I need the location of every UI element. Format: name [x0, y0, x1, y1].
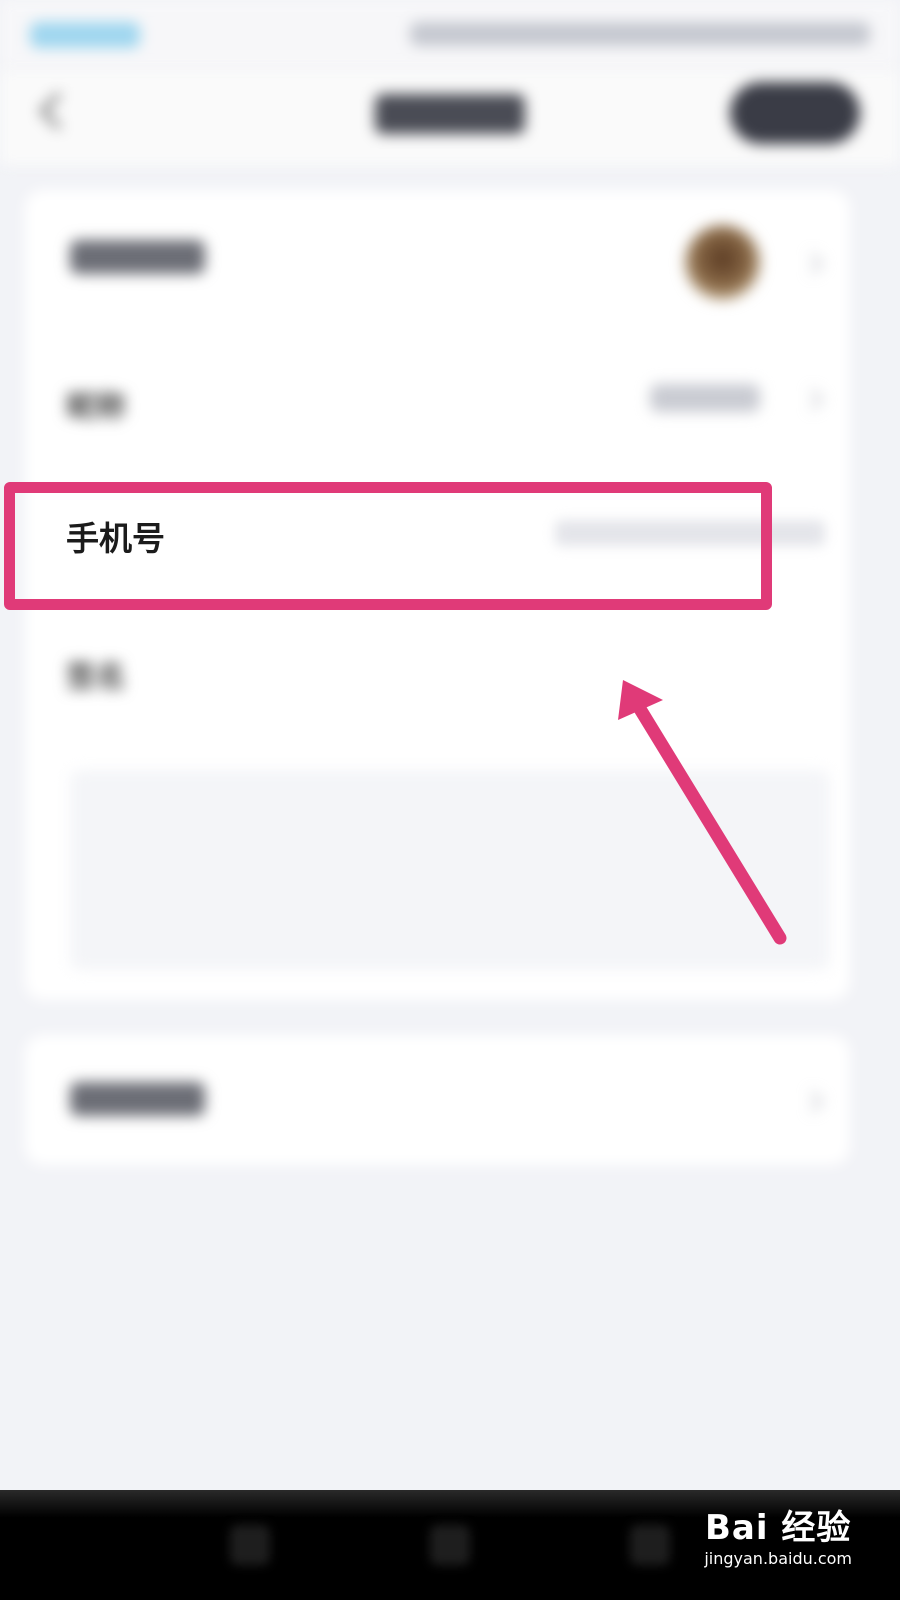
nav-button[interactable]	[630, 1525, 670, 1565]
save-button[interactable]	[730, 82, 860, 144]
watermark-url: jingyan.baidu.com	[704, 1549, 852, 1568]
settings-row-label	[70, 1082, 205, 1116]
highlight-box	[4, 482, 772, 610]
nav-button[interactable]	[430, 1525, 470, 1565]
signature-label: 签名	[66, 660, 126, 695]
avatar-row-label	[70, 240, 205, 274]
back-icon[interactable]	[39, 92, 77, 130]
status-carrier	[30, 22, 140, 48]
watermark-brand: Bai 经验	[704, 1508, 852, 1548]
watermark: Bai 经验 jingyan.baidu.com	[704, 1500, 852, 1568]
status-bar	[0, 0, 900, 70]
status-icons	[410, 22, 870, 46]
page-title	[375, 94, 525, 134]
avatar[interactable]	[685, 225, 760, 300]
signature-input[interactable]	[70, 770, 830, 970]
header	[0, 70, 900, 165]
nickname-value	[650, 384, 760, 412]
nickname-label: 昵称	[66, 390, 126, 425]
nav-button[interactable]	[230, 1525, 270, 1565]
